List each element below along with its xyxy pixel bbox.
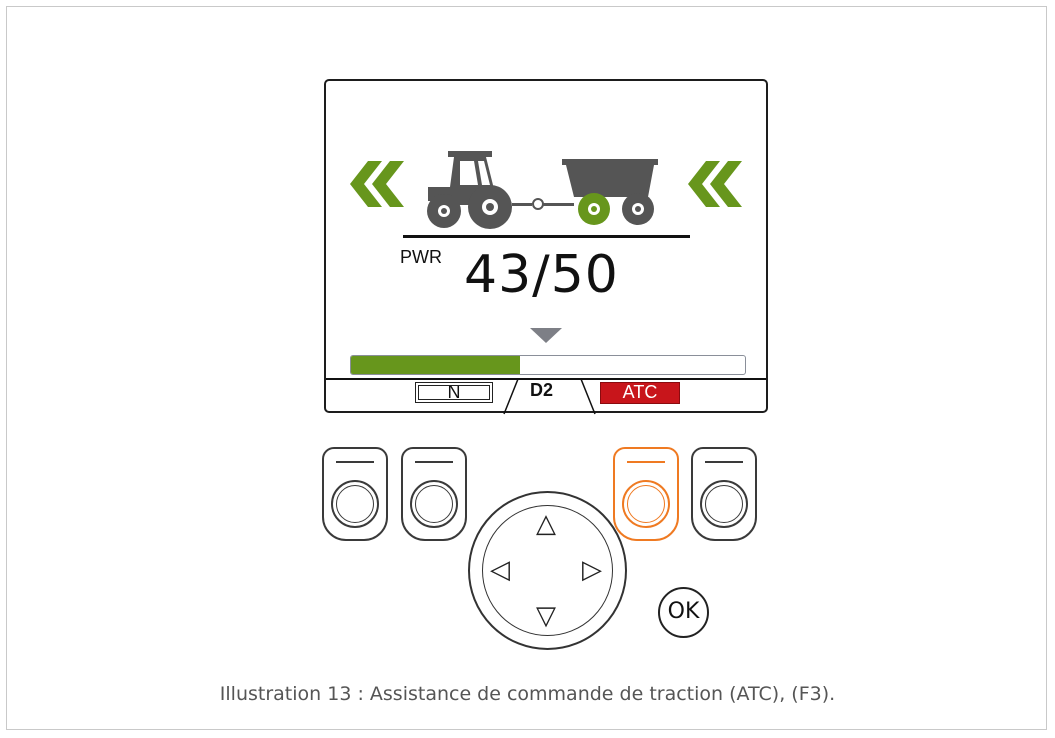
left-arrow-icon[interactable]: ◁ [490,557,510,583]
function-button-f3[interactable] [613,447,679,541]
function-button-f4[interactable] [691,447,757,541]
terminal-display: PWR 43/50 N D2 ATC [324,79,768,415]
mode-selector: N D2 ATC [326,378,766,415]
directional-pad[interactable]: △ ▽ ◁ ▷ [468,491,627,650]
button-knob [410,480,458,528]
power-bar-fill [351,356,521,374]
right-chevron-icon [688,161,742,207]
button-line [627,461,665,463]
right-arrow-icon[interactable]: ▷ [582,557,602,583]
pwr-label: PWR [400,247,442,267]
mode-d2[interactable]: D2 [530,380,553,401]
figure-frame: PWR 43/50 N D2 ATC △ ▽ ◁ ▷ OK [6,6,1047,730]
up-arrow-icon[interactable]: △ [536,511,556,537]
function-button-f2[interactable] [401,447,467,541]
tractor-trailer-icon [427,151,658,229]
ok-button[interactable]: OK [658,587,709,638]
button-knob [331,480,379,528]
figure-caption: Illustration 13 : Assistance de commande… [219,683,836,705]
pwr-value: 43/50 [464,245,619,305]
down-arrow-icon[interactable]: ▽ [536,603,556,629]
divider-line [403,235,690,238]
button-line [415,461,453,463]
function-button-f1[interactable] [322,447,388,541]
button-knob [700,480,748,528]
button-knob [622,480,670,528]
power-bar [350,355,746,375]
level-indicator-icon [530,328,562,343]
mode-atc[interactable]: ATC [600,382,680,404]
button-line [705,461,743,463]
left-chevron-icon [350,161,404,207]
button-line [336,461,374,463]
mode-n[interactable]: N [415,382,493,403]
